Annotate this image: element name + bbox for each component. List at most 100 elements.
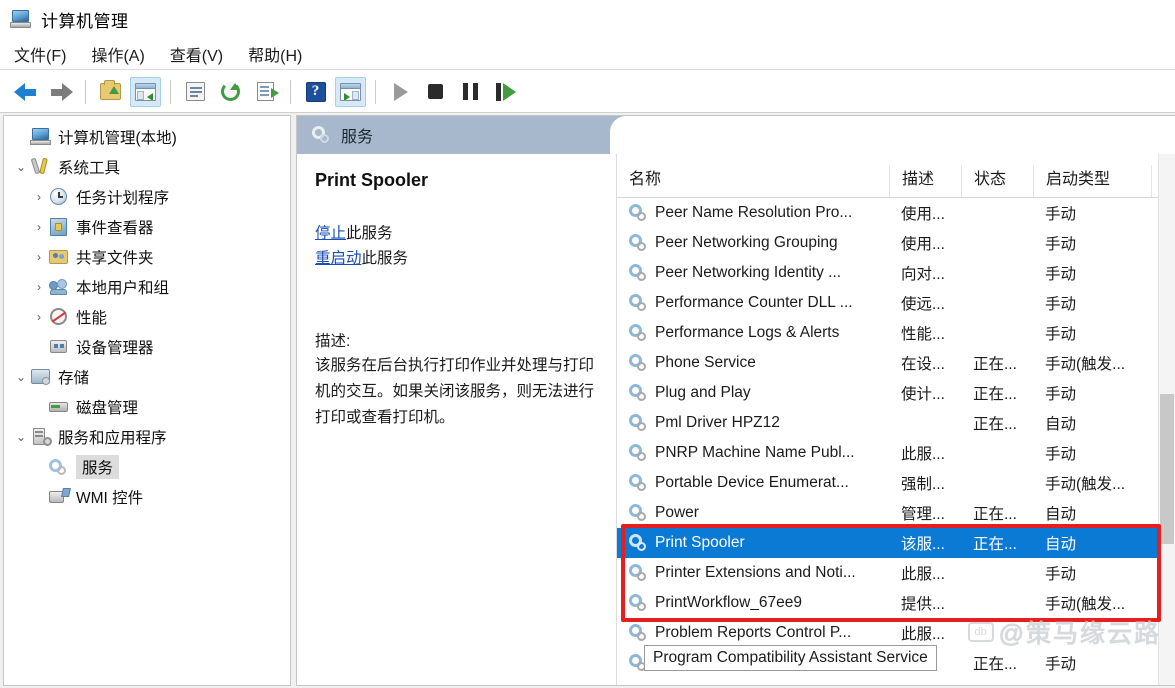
table-row[interactable]: Problem Reports Control P...此服...本: [617, 618, 1175, 648]
tree-item-2[interactable]: › 任务计划程序: [12, 182, 290, 212]
restart-service-link[interactable]: 重启动: [315, 250, 362, 267]
chevron-right-icon[interactable]: ›: [30, 251, 48, 263]
stop-service-icon[interactable]: [420, 77, 451, 107]
table-row[interactable]: Plug and Play使计...正在...手动本: [617, 378, 1175, 408]
cell-name-label: PrintWorkflow_67ee9: [655, 594, 803, 611]
stop-service-link[interactable]: 停止: [315, 225, 346, 242]
show-hide-action-pane-icon[interactable]: [335, 76, 366, 107]
list-vertical-scrollbar[interactable]: [1158, 154, 1175, 685]
column-header-description[interactable]: 描述: [889, 165, 961, 197]
tree-item-6[interactable]: › 性能: [12, 302, 290, 332]
tree-item-3[interactable]: › 事件查看器: [12, 212, 290, 242]
refresh-icon[interactable]: [215, 77, 246, 107]
tree-item-12[interactable]: WMI 控件: [12, 482, 290, 512]
chevron-down-icon[interactable]: ⌄: [12, 431, 30, 443]
properties-icon[interactable]: [180, 77, 211, 107]
cell-desc: 向对...: [901, 266, 945, 283]
main-area: 计算机管理(本地) ⌄ 系统工具 › 任务计划程序 › 事件查看器 › 共享文件夹 › 本地用户和组…: [0, 113, 1175, 688]
tree-item-9[interactable]: 磁盘管理: [12, 392, 290, 422]
cell-desc: 使计...: [901, 386, 945, 403]
tree-item-label: 共享文件夹: [76, 250, 154, 267]
tree-item-label: 服务和应用程序: [58, 430, 167, 447]
services-icon: [48, 457, 70, 477]
tree-item-5[interactable]: › 本地用户和组: [12, 272, 290, 302]
cell-start: 手动(触发...: [1045, 596, 1126, 613]
menu-item-help[interactable]: 帮助(H): [248, 40, 315, 68]
table-row[interactable]: Peer Networking Grouping使用...手动本: [617, 228, 1175, 258]
show-hide-tree-icon[interactable]: [130, 76, 161, 107]
storage-icon: [30, 367, 52, 387]
table-row[interactable]: Phone Service在设...正在...手动(触发...本: [617, 348, 1175, 378]
tree-item-10[interactable]: ⌄ 服务和应用程序: [12, 422, 290, 452]
performance-icon: [48, 307, 70, 327]
scrollbar-thumb[interactable]: [1160, 394, 1174, 544]
start-service-icon[interactable]: [385, 77, 416, 107]
column-header-name[interactable]: 名称 ⌃: [617, 165, 889, 197]
cell-desc: 该服...: [901, 536, 945, 553]
tree-item-11[interactable]: 服务: [12, 452, 290, 482]
tree-item-1[interactable]: ⌄ 系统工具: [12, 152, 290, 182]
table-row[interactable]: Printer Extensions and Noti...此服...手动本: [617, 558, 1175, 588]
tree-item-label: 磁盘管理: [76, 400, 139, 417]
table-row[interactable]: PrintWorkflow_67ee9提供...手动(触发...本: [617, 588, 1175, 618]
cell-name-label: Performance Counter DLL ...: [655, 294, 853, 311]
chevron-right-icon[interactable]: ›: [30, 281, 48, 293]
tree-item-8[interactable]: ⌄ 存储: [12, 362, 290, 392]
cell-desc: 性能...: [901, 326, 945, 343]
column-header-status[interactable]: 状态: [961, 165, 1033, 197]
service-gear-icon: [629, 383, 648, 403]
table-row[interactable]: Peer Networking Identity ...向对...手动本: [617, 258, 1175, 288]
menu-item-file[interactable]: 文件(F): [14, 40, 79, 68]
export-list-icon[interactable]: [250, 77, 281, 107]
cell-name-label: Peer Networking Grouping: [655, 234, 838, 251]
table-row[interactable]: Peer Name Resolution Pro...使用...手动本: [617, 198, 1175, 228]
table-row[interactable]: PNRP Machine Name Publ...此服...手动本: [617, 438, 1175, 468]
forward-arrow-icon[interactable]: [45, 77, 76, 107]
service-gear-icon: [629, 443, 648, 463]
service-gear-icon: [629, 593, 648, 613]
table-row[interactable]: Print Spooler该服...正在...自动本: [617, 528, 1175, 558]
chevron-down-icon[interactable]: ⌄: [12, 161, 30, 173]
shared-folder-icon: [48, 247, 70, 267]
table-row[interactable]: Portable Device Enumerat... 强制... 手动(触发...…: [617, 468, 1175, 498]
tree-item-label: 本地用户和组: [76, 280, 170, 297]
cell-start: 自动: [1045, 416, 1077, 433]
cell-start: 手动: [1045, 236, 1077, 253]
tree-item-label: 存储: [58, 370, 90, 387]
cell-start: 手动: [1045, 206, 1077, 223]
back-arrow-icon[interactable]: [10, 77, 41, 107]
computer-management-icon: [10, 9, 32, 29]
tree-item-label: 服务: [76, 455, 120, 479]
tree-item-label: 任务计划程序: [76, 190, 170, 207]
column-header-startup-type[interactable]: 启动类型: [1033, 165, 1151, 197]
tree-item-7[interactable]: 设备管理器: [12, 332, 290, 362]
table-row[interactable]: Performance Counter DLL ...使远...手动本: [617, 288, 1175, 318]
menu-item-action[interactable]: 操作(A): [91, 40, 157, 68]
users-groups-icon: [48, 277, 70, 297]
cell-stat: 正在...: [973, 536, 1017, 553]
services-list-rows: Peer Name Resolution Pro...使用...手动本Peer …: [617, 198, 1175, 685]
chevron-right-icon[interactable]: ›: [30, 221, 48, 233]
chevron-down-icon[interactable]: ⌄: [12, 371, 30, 383]
pane-header: 服务: [297, 116, 1175, 154]
pause-service-icon[interactable]: [455, 77, 486, 107]
service-gear-icon: [629, 503, 648, 523]
table-row[interactable]: Performance Logs & Alerts性能...手动本: [617, 318, 1175, 348]
up-folder-icon[interactable]: [95, 77, 126, 107]
services-list: 名称 ⌃ 描述 状态 启动类型 登 Peer Name Resolution P…: [617, 154, 1175, 685]
service-gear-icon: [629, 473, 648, 493]
tree-item-label: 计算机管理(本地): [58, 130, 177, 147]
table-row[interactable]: Power管理...正在...自动本: [617, 498, 1175, 528]
menu-item-view[interactable]: 查看(V): [170, 40, 236, 68]
cell-stat: 正在...: [973, 386, 1017, 403]
computer-management-window: 计算机管理 文件(F) 操作(A) 查看(V) 帮助(H) ? 计算机管理(本地…: [0, 0, 1175, 688]
chevron-right-icon[interactable]: ›: [30, 311, 48, 323]
table-row[interactable]: Pml Driver HPZ12正在...自动本: [617, 408, 1175, 438]
restart-service-icon[interactable]: [490, 77, 521, 107]
restart-service-line: 重启动此服务: [315, 246, 598, 271]
toolbar-separator-2: [170, 79, 171, 104]
tree-item-4[interactable]: › 共享文件夹: [12, 242, 290, 272]
tree-item-0[interactable]: 计算机管理(本地): [12, 122, 290, 152]
help-icon[interactable]: ?: [300, 77, 331, 107]
chevron-right-icon[interactable]: ›: [30, 191, 48, 203]
